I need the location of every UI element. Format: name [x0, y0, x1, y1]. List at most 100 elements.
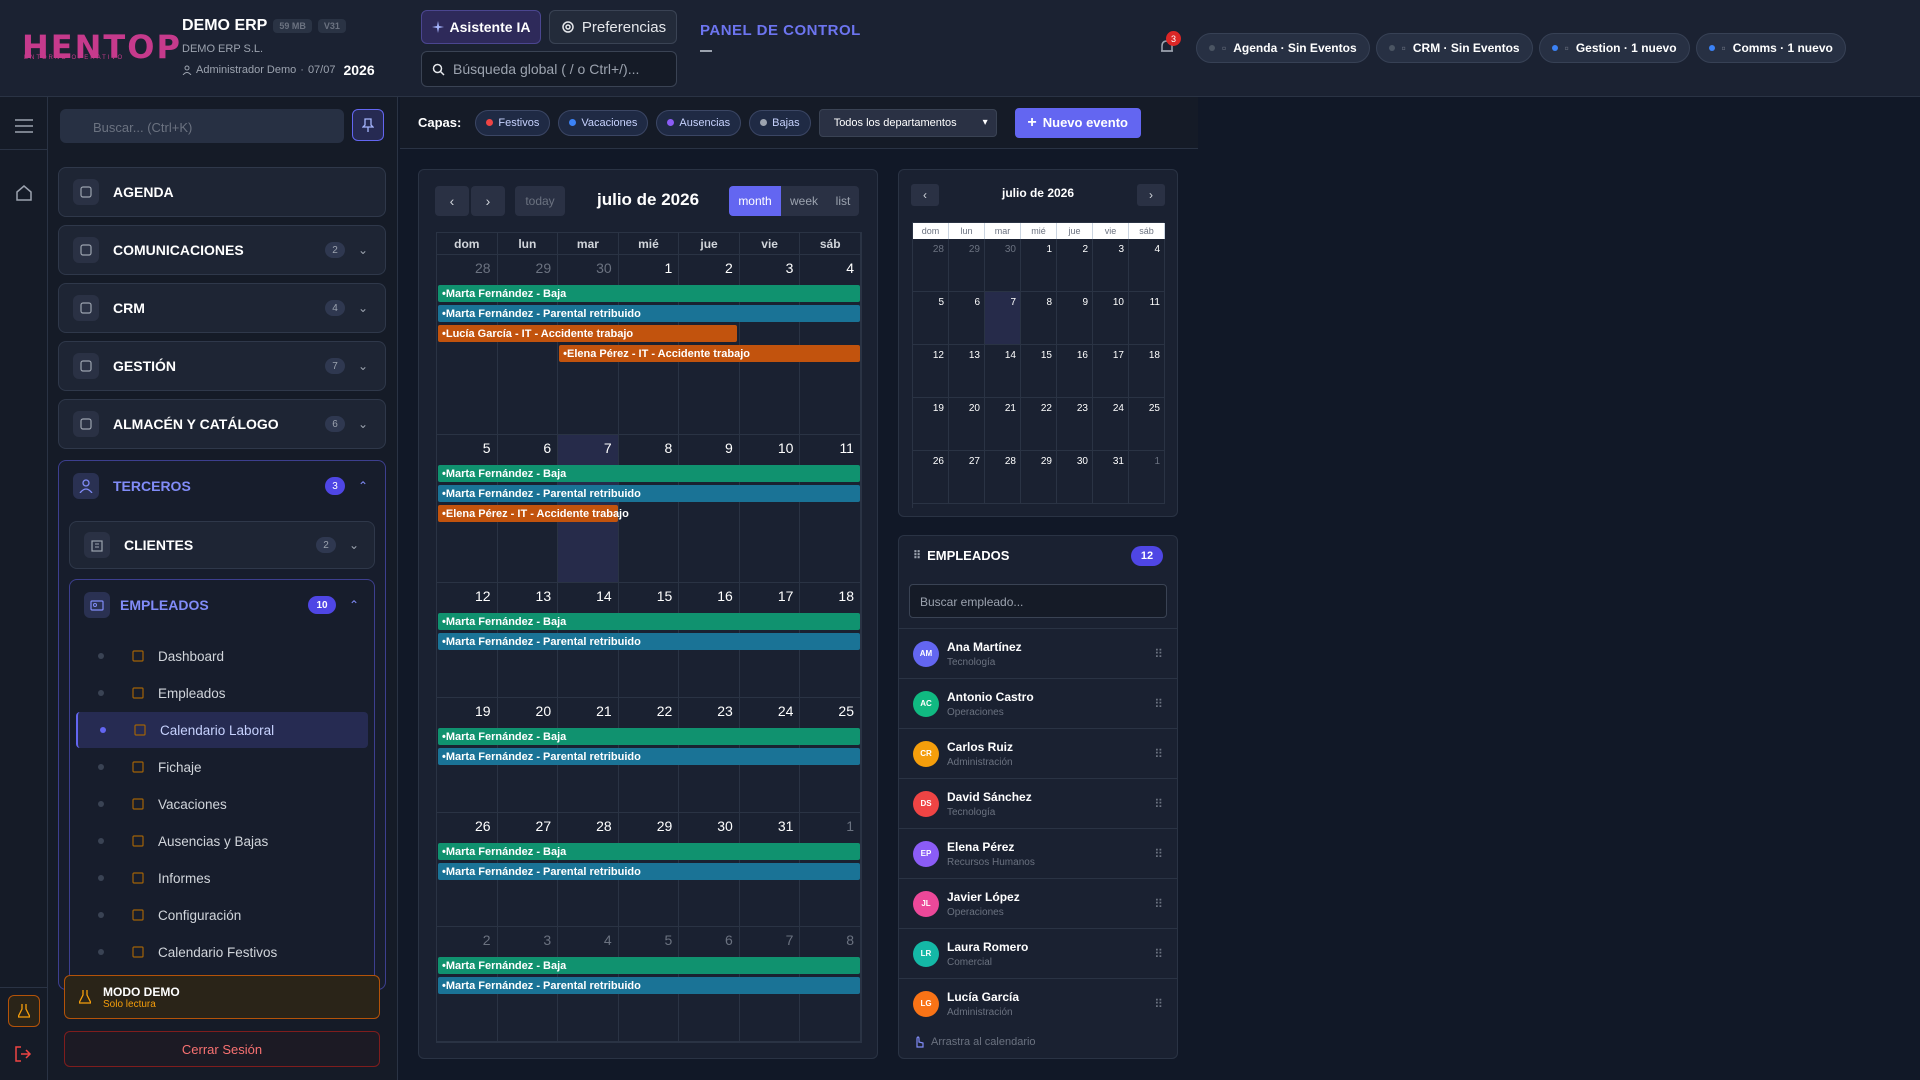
department-select[interactable]: Todos los departamentos ▾ [818, 108, 997, 137]
mini-next-button[interactable]: › [1137, 184, 1165, 206]
logout-icon[interactable] [14, 1045, 32, 1063]
mini-day-cell[interactable]: 27 [949, 451, 985, 504]
day-cell[interactable]: 11 [800, 435, 861, 583]
nav-item[interactable]: Configuración [76, 897, 368, 933]
demo-mode-rail-button[interactable] [8, 995, 40, 1027]
terceros-header[interactable]: TERCEROS 3 ⌃ [59, 461, 385, 511]
pin-button[interactable] [352, 109, 384, 141]
calendar-event[interactable]: • Marta Fernández - Baja [438, 613, 860, 630]
mini-day-cell[interactable]: 22 [1021, 398, 1057, 451]
calendar-event[interactable]: • Marta Fernández - Parental retribuido [438, 977, 860, 994]
employee-search-input[interactable]: Buscar empleado... [909, 584, 1167, 618]
employee-row[interactable]: CR Carlos Ruiz Administración ⠿ [899, 728, 1177, 778]
nav-item[interactable]: Calendario Festivos [76, 934, 368, 970]
status-chip[interactable]: ▫ Gestion · 1 nuevo [1538, 33, 1690, 63]
mini-day-cell[interactable]: 21 [985, 398, 1021, 451]
calendar-event[interactable]: • Marta Fernández - Baja [438, 957, 860, 974]
drag-handle-icon[interactable]: ⠿ [1154, 847, 1163, 861]
layer-toggle[interactable]: Vacaciones [558, 109, 649, 136]
mini-day-cell[interactable]: 12 [913, 345, 949, 398]
day-cell[interactable]: 28 [437, 255, 498, 435]
mini-day-cell[interactable]: 16 [1057, 345, 1093, 398]
nav-item[interactable]: Calendario Laboral [76, 712, 368, 748]
status-chip[interactable]: ▫ Comms · 1 nuevo [1695, 33, 1846, 63]
mini-day-cell[interactable]: 19 [913, 398, 949, 451]
sidebar-module[interactable]: COMUNICACIONES 2 ⌄ [58, 225, 386, 275]
mini-day-cell[interactable]: 29 [949, 239, 985, 292]
panel-title[interactable]: PANEL DE CONTROL [700, 22, 861, 39]
mini-day-cell[interactable]: 14 [985, 345, 1021, 398]
drag-handle-icon[interactable]: ⠿ [1154, 797, 1163, 811]
view-week-button[interactable]: week [781, 186, 827, 216]
sidebar-module[interactable]: ALMACÉN Y CATÁLOGO 6 ⌄ [58, 399, 386, 449]
mini-day-cell[interactable]: 28 [985, 451, 1021, 504]
mini-day-cell[interactable]: 15 [1021, 345, 1057, 398]
calendar-event[interactable]: • Lucía García - IT - Accidente trabajo [438, 325, 737, 342]
drag-handle-icon[interactable]: ⠿ [1154, 997, 1163, 1011]
calendar-event[interactable]: • Elena Pérez - IT - Accidente trabajo [559, 345, 860, 362]
calendar-event[interactable]: • Marta Fernández - Parental retribuido [438, 863, 860, 880]
mini-day-cell[interactable]: 7 [985, 292, 1021, 345]
day-cell[interactable]: 29 [497, 255, 559, 435]
mini-day-cell[interactable]: 26 [913, 451, 949, 504]
view-list-button[interactable]: list [827, 186, 859, 216]
day-cell[interactable]: 9 [679, 435, 740, 583]
layer-toggle[interactable]: Festivos [475, 109, 551, 136]
employee-row[interactable]: DS David Sánchez Tecnología ⠿ [899, 778, 1177, 828]
today-button[interactable]: today [515, 186, 565, 216]
employee-row[interactable]: JL Javier López Operaciones ⠿ [899, 878, 1177, 928]
menu-icon[interactable] [15, 119, 33, 133]
calendar-event[interactable]: • Marta Fernández - Baja [438, 285, 860, 302]
mini-day-cell[interactable]: 25 [1129, 398, 1165, 451]
view-month-button[interactable]: month [729, 186, 781, 216]
mini-day-cell[interactable]: 30 [985, 239, 1021, 292]
mini-day-cell[interactable]: 9 [1057, 292, 1093, 345]
mini-day-cell[interactable]: 24 [1093, 398, 1129, 451]
mini-day-cell[interactable]: 23 [1057, 398, 1093, 451]
drag-handle-icon[interactable]: ⠿ [1154, 947, 1163, 961]
drag-handle-icon[interactable]: ⠿ [1154, 897, 1163, 911]
nav-item[interactable]: Ausencias y Bajas [76, 823, 368, 859]
nav-item[interactable]: Fichaje [76, 749, 368, 785]
next-month-button[interactable]: › [471, 186, 505, 216]
mini-day-cell[interactable]: 8 [1021, 292, 1057, 345]
nav-item[interactable]: Empleados [76, 675, 368, 711]
status-chip[interactable]: ▫ CRM · Sin Eventos [1375, 33, 1533, 63]
sidebar-search-input[interactable]: Buscar... (Ctrl+K) [60, 109, 344, 143]
calendar-event[interactable]: • Marta Fernández - Baja [438, 843, 860, 860]
mini-day-cell[interactable]: 18 [1129, 345, 1165, 398]
nav-item[interactable]: Vacaciones [76, 786, 368, 822]
mini-day-cell[interactable]: 13 [949, 345, 985, 398]
empleados-header[interactable]: EMPLEADOS 10 ⌃ [70, 580, 374, 630]
calendar-event[interactable]: • Marta Fernández - Baja [438, 728, 860, 745]
mini-day-cell[interactable]: 6 [949, 292, 985, 345]
nav-item[interactable]: Informes [76, 860, 368, 896]
drag-handle-icon[interactable]: ⠿ [1154, 747, 1163, 761]
mini-day-cell[interactable]: 11 [1129, 292, 1165, 345]
mini-day-cell[interactable]: 20 [949, 398, 985, 451]
calendar-event[interactable]: • Marta Fernández - Parental retribuido [438, 748, 860, 765]
calendar-event[interactable]: • Elena Pérez - IT - Accidente trabajo [438, 505, 629, 522]
mini-day-cell[interactable]: 10 [1093, 292, 1129, 345]
layer-toggle[interactable]: Bajas [749, 109, 811, 136]
calendar-event[interactable]: • Marta Fernández - Parental retribuido [438, 485, 860, 502]
employee-row[interactable]: LR Laura Romero Comercial ⠿ [899, 928, 1177, 978]
prev-month-button[interactable]: ‹ [435, 186, 469, 216]
mini-day-cell[interactable]: 30 [1057, 451, 1093, 504]
nav-item[interactable]: Dashboard [76, 638, 368, 674]
clientes-section[interactable]: CLIENTES 2 ⌄ [69, 521, 375, 569]
calendar-event[interactable]: • Marta Fernández - Baja [438, 465, 860, 482]
mini-day-cell[interactable]: 2 [1057, 239, 1093, 292]
mini-day-cell[interactable]: 4 [1129, 239, 1165, 292]
calendar-event[interactable]: • Marta Fernández - Parental retribuido [438, 305, 860, 322]
mini-day-cell[interactable]: 1 [1129, 451, 1165, 504]
preferences-button[interactable]: Preferencias [549, 10, 677, 44]
home-icon[interactable] [15, 184, 33, 202]
mini-day-cell[interactable]: 1 [1021, 239, 1057, 292]
employee-row[interactable]: AC Antonio Castro Operaciones ⠿ [899, 678, 1177, 728]
drag-handle-icon[interactable]: ⠿ [1154, 697, 1163, 711]
mini-day-cell[interactable]: 17 [1093, 345, 1129, 398]
employee-row[interactable]: LG Lucía García Administración ⠿ [899, 978, 1177, 1028]
mini-day-cell[interactable]: 28 [913, 239, 949, 292]
sidebar-module[interactable]: AGENDA [58, 167, 386, 217]
